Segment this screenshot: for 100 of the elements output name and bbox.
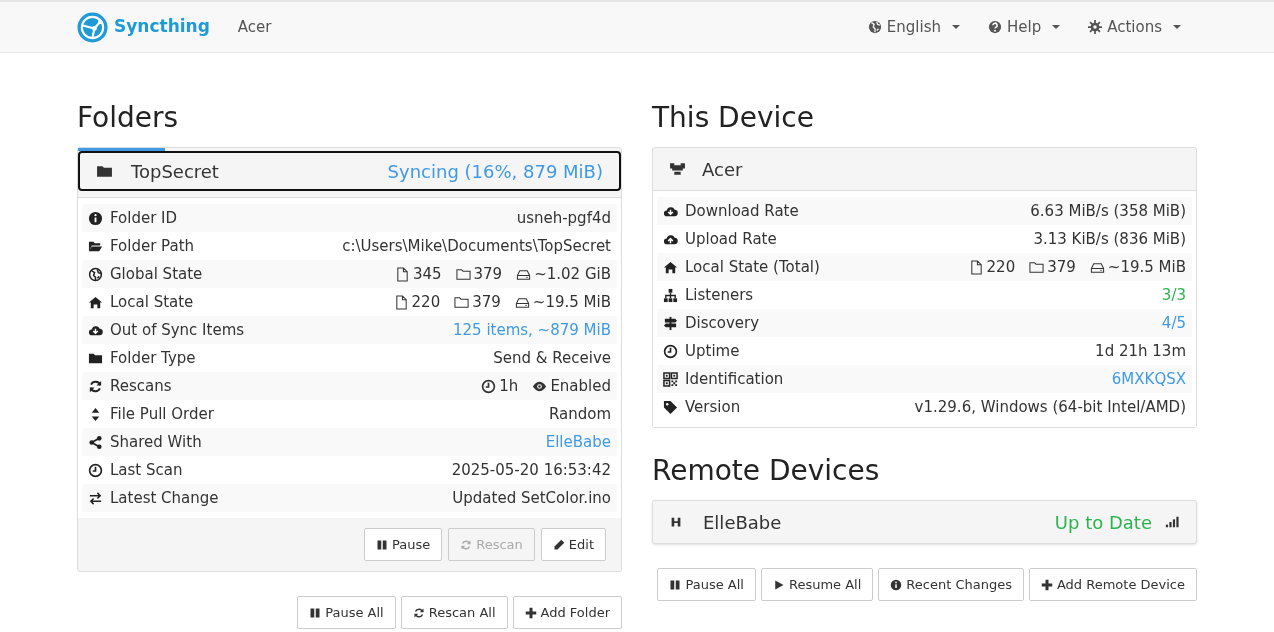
row-label: Listeners	[685, 284, 754, 306]
globe-icon	[88, 266, 103, 282]
row-label: Out of Sync Items	[110, 319, 245, 341]
row-value: Send & Receive	[493, 347, 611, 369]
settings-icon	[1088, 20, 1103, 34]
device-header[interactable]: ElleBabe Up to Date	[652, 500, 1197, 544]
folder-status: Syncing (16%, 879 MiB)	[387, 159, 603, 184]
qr-code-icon	[663, 371, 678, 387]
pencil-icon	[552, 538, 565, 551]
button[interactable]: Pause All	[297, 596, 396, 629]
home-icon	[88, 294, 103, 310]
device-name: ElleBabe	[703, 510, 782, 535]
signpost-icon	[663, 315, 678, 331]
row-value: ~19.5 MiB	[532, 291, 611, 313]
row-value: ~1.02 GiB	[534, 263, 611, 285]
row-value: c:\Users\Mike\Documents\TopSecret	[342, 235, 611, 257]
row-label: Rescans	[110, 375, 172, 397]
button[interactable]: Edit	[540, 528, 606, 561]
row-value: 345	[412, 263, 442, 285]
refresh-icon	[88, 378, 103, 394]
file-icon	[394, 266, 410, 282]
row-label: Folder Path	[110, 235, 195, 257]
row-value: 6.63 MiB/s (358 MiB)	[1030, 200, 1186, 222]
info-icon	[88, 210, 103, 226]
row-label: Folder ID	[110, 207, 178, 229]
row-value: Enabled	[550, 375, 611, 397]
logo-icon	[77, 11, 108, 43]
nav-menu[interactable]: English	[867, 15, 960, 39]
home-icon	[663, 259, 678, 275]
refresh-icon	[412, 606, 425, 619]
folder-header[interactable]: TopSecret Syncing (16%, 879 MiB)	[78, 151, 621, 191]
row-label: Upload Rate	[685, 228, 777, 250]
button[interactable]: Rescan All	[400, 596, 508, 629]
row-label: Last Scan	[110, 459, 183, 481]
device-status: Up to Date	[1054, 510, 1152, 535]
caret-icon	[1052, 25, 1061, 29]
pause-icon	[309, 606, 322, 619]
row-value: 379	[473, 263, 503, 285]
refresh-icon	[460, 538, 473, 551]
button[interactable]: Pause All	[657, 568, 756, 601]
row-label: Download Rate	[685, 200, 799, 222]
section-heading: This Device	[652, 101, 815, 135]
row-label: Version	[685, 396, 741, 418]
row-value: 220	[411, 291, 441, 313]
clock-icon	[88, 462, 103, 478]
pause-icon	[669, 578, 682, 591]
row-value: 220	[986, 256, 1016, 278]
play-icon	[772, 578, 785, 591]
folder-icon	[455, 266, 471, 282]
globe-icon	[867, 20, 882, 34]
device-name: Acer	[237, 16, 272, 38]
button[interactable]: Resume All	[760, 568, 874, 601]
clock-icon	[481, 378, 497, 394]
row-value: 1d 21h 13m	[1095, 340, 1186, 362]
info-icon	[890, 578, 903, 591]
row-label: Discovery	[685, 312, 760, 334]
nav-menu[interactable]: Help	[988, 15, 1061, 39]
folder-icon	[1029, 259, 1045, 275]
row-label: Latest Change	[110, 487, 219, 509]
row-value: usneh-pgf4d	[516, 207, 611, 229]
row-label: Global State	[110, 263, 203, 285]
plus-icon	[1040, 578, 1053, 591]
device-name: Acer	[702, 157, 743, 182]
folder-icon	[454, 294, 470, 310]
tag-icon	[663, 399, 678, 415]
exchange-arrows-icon	[88, 490, 103, 506]
row-label: Local State	[110, 291, 194, 313]
row-value: Updated SetColor.ino	[452, 487, 611, 509]
folder-name: TopSecret	[131, 159, 219, 184]
caret-icon	[1173, 25, 1181, 29]
row-value: 379	[1047, 256, 1076, 278]
row-value: 3.13 KiB/s (836 MiB)	[1033, 228, 1186, 250]
row-label: Shared With	[110, 431, 202, 453]
button[interactable]: Add Remote Device	[1028, 568, 1197, 601]
caret-icon	[952, 25, 960, 29]
share-icon	[88, 434, 103, 450]
signal-bars-icon	[1164, 515, 1180, 529]
section-heading: Folders	[77, 101, 180, 135]
row-label: Identification	[685, 368, 784, 390]
row-value: Random	[548, 403, 611, 425]
row-label: Local State (Total)	[685, 256, 820, 278]
nav-menu[interactable]: Actions	[1088, 15, 1181, 39]
row-value: v1.29.6, Windows (64-bit Intel/AMD)	[914, 396, 1186, 418]
section-heading: Remote Devices	[652, 454, 881, 488]
button[interactable]: Recent Changes	[878, 568, 1024, 601]
clock-icon	[663, 343, 678, 359]
file-icon	[968, 259, 984, 275]
button[interactable]: Pause	[364, 528, 443, 561]
pause-icon	[376, 538, 388, 551]
help-icon	[988, 20, 1002, 34]
button[interactable]: Add Folder	[512, 596, 622, 629]
row-label: Uptime	[685, 340, 740, 362]
row-label: Folder Type	[110, 347, 196, 369]
row-value: 1h	[499, 375, 519, 397]
sitemap-icon	[663, 287, 678, 303]
row-value: ~19.5 MiB	[1107, 256, 1186, 278]
row-value: 2025-05-20 16:53:42	[451, 459, 611, 481]
file-icon	[393, 294, 409, 310]
row-value: 379	[472, 291, 501, 313]
plus-icon	[524, 606, 537, 619]
